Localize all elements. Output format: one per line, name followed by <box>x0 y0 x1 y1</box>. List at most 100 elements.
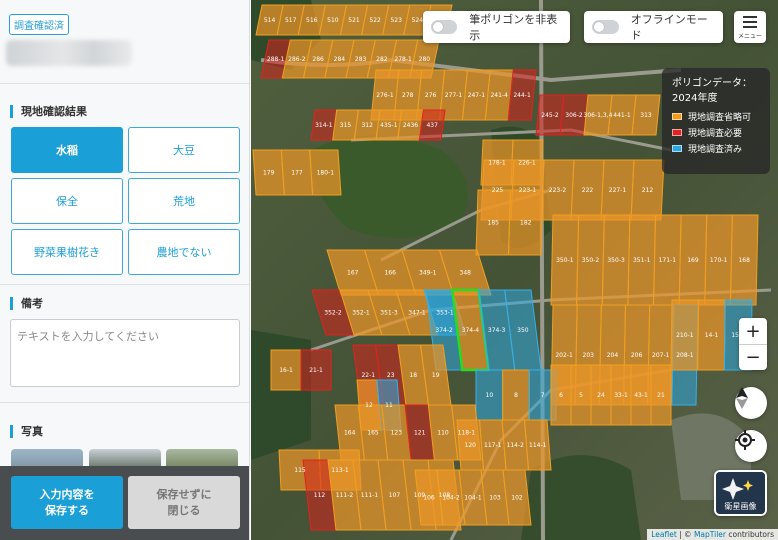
parcel-label: 437 <box>426 122 438 129</box>
parcel-label: 120 <box>465 442 477 449</box>
hamburger-icon <box>743 20 757 23</box>
parcel-label: 522 <box>369 17 381 24</box>
menu-button[interactable]: メニュー <box>734 11 766 43</box>
parcel-label: 14-1 <box>705 332 719 339</box>
parcel-label: 8 <box>514 392 518 399</box>
parcel-label: 21 <box>657 392 665 399</box>
attribution-separator: | © <box>676 530 694 539</box>
parcel-label: 510 <box>327 17 339 24</box>
parcel-label: 306-1,3,4 <box>584 112 613 119</box>
compass-icon <box>736 387 748 409</box>
parcel-label: 313 <box>640 112 652 119</box>
choice-not-farmland[interactable]: 農地でない <box>128 229 240 275</box>
parcel-label: 204 <box>607 352 619 359</box>
parcel-label: 18 <box>409 372 417 379</box>
polygon-legend: ポリゴンデータ： 2024年度 現地調査省略可 現地調査必要 現地調査済み <box>662 68 770 174</box>
close-without-saving-button[interactable]: 保存せずに 閉じる <box>128 476 240 529</box>
parcel-label: 374-4 <box>462 327 480 334</box>
parcel-label: 23 <box>387 372 395 379</box>
parcel-label: 350-1 <box>556 257 574 264</box>
hide-polygons-switch[interactable] <box>431 20 458 34</box>
hamburger-icon <box>743 15 757 18</box>
attribution-contributors: contributors <box>726 530 774 539</box>
parcel-label: 180-1 <box>317 170 335 177</box>
legend-item-label: 現地調査省略可 <box>688 113 752 123</box>
parcel-label: 212 <box>642 187 654 194</box>
parcel-label: 351-1 <box>633 257 651 264</box>
note-textarea[interactable] <box>10 319 240 387</box>
zoom-in-button[interactable]: + <box>739 318 767 344</box>
choice-vegetable-fruit-flower[interactable]: 野菜果樹花き <box>11 229 123 275</box>
leaflet-link[interactable]: Leaflet <box>651 530 677 539</box>
parcel-label: 111-2 <box>336 492 354 499</box>
save-button[interactable]: 入力内容を 保存する <box>11 476 123 529</box>
parcel-label: 167 <box>347 270 359 277</box>
parcel-label: 347-1 <box>408 310 426 317</box>
parcel-label: 244-1 <box>513 92 531 99</box>
parcel-label: 278 <box>402 92 414 99</box>
offline-mode-switch[interactable] <box>592 20 619 34</box>
parcel-label: 104-2 <box>442 495 460 502</box>
parcel-label: 208-1 <box>676 352 694 359</box>
current-location-button[interactable] <box>735 430 767 462</box>
parcel-label: 6 <box>559 392 563 399</box>
legend-item-label: 現地調査済み <box>688 145 743 155</box>
parcel-label: 121 <box>414 430 426 437</box>
map-attribution: Leaflet | © MapTiler contributors <box>647 529 778 540</box>
parcel-label: 348 <box>460 270 472 277</box>
zoom-out-button[interactable]: − <box>739 344 767 370</box>
parcel-label: 514 <box>264 17 276 24</box>
section-title-result: 現地確認結果 <box>10 105 87 118</box>
satellite-layer-button[interactable]: 衛星画像 <box>714 470 767 516</box>
parcel-label: 306-2 <box>565 112 583 119</box>
parcel-label: 123 <box>391 430 403 437</box>
status-badge: 調査確認済 <box>9 14 69 35</box>
parcel-label: 203 <box>583 352 595 359</box>
parcel-label: 2436 <box>403 122 418 129</box>
parcel-label: 5 <box>579 392 583 399</box>
section-title-photos: 写真 <box>10 425 43 438</box>
map-view[interactable]: 514517516510521522523524512-1288-1286-22… <box>251 0 778 540</box>
legend-item-required: 現地調査必要 <box>672 126 760 139</box>
legend-swatch-orange <box>672 113 682 120</box>
toggle-hide-polygons[interactable]: 筆ポリゴンを非表示 <box>423 11 570 43</box>
compass-button[interactable] <box>735 387 767 419</box>
choice-wasteland[interactable]: 荒地 <box>128 178 240 224</box>
hamburger-icon <box>743 25 757 28</box>
locate-crosshair-icon <box>735 430 755 450</box>
parcel-label: 11 <box>385 402 393 409</box>
parcel-label: 202-1 <box>555 352 573 359</box>
parcel-label: 110 <box>437 430 449 437</box>
parcel-label: 223-1 <box>519 187 537 194</box>
parcel-label: 112 <box>314 492 326 499</box>
parcel-label: 284 <box>334 56 346 63</box>
parcel-label: 276 <box>425 92 437 99</box>
parcel-label: 166 <box>385 270 397 277</box>
parcel-label: 178-1 <box>488 160 506 167</box>
parcel-label: 524 <box>412 17 424 24</box>
zoom-control: + − <box>739 318 767 370</box>
choice-soybean[interactable]: 大豆 <box>128 127 240 173</box>
divider <box>0 83 249 84</box>
parcel-label: 349-1 <box>419 270 437 277</box>
parcel-label: 314-1 <box>315 122 333 129</box>
toggle-offline-mode[interactable]: オフラインモード <box>584 11 723 43</box>
toggle-offline-mode-label: オフラインモード <box>630 13 708 42</box>
choice-rice[interactable]: 水稲 <box>11 127 123 173</box>
parcel-label: 111-1 <box>361 492 379 499</box>
close-button-label-line1: 保存せずに <box>156 488 212 501</box>
parcel-label: 113-1 <box>331 467 349 474</box>
parcel-label: 516 <box>306 17 318 24</box>
maptiler-link[interactable]: MapTiler <box>694 530 726 539</box>
parcel-label: 352-2 <box>324 310 342 317</box>
parcel-label: 312 <box>361 122 373 129</box>
parcel-label: 435-1 <box>380 122 398 129</box>
parcel-label: 223-2 <box>549 187 567 194</box>
choice-conservation[interactable]: 保全 <box>11 178 123 224</box>
parcel-label: 106 <box>423 495 435 502</box>
parcel-label: 521 <box>348 17 360 24</box>
parcel-label: 353-1 <box>436 310 454 317</box>
divider <box>0 402 249 403</box>
parcel-label: 207-1 <box>652 352 670 359</box>
parcel-label: 227-1 <box>609 187 627 194</box>
